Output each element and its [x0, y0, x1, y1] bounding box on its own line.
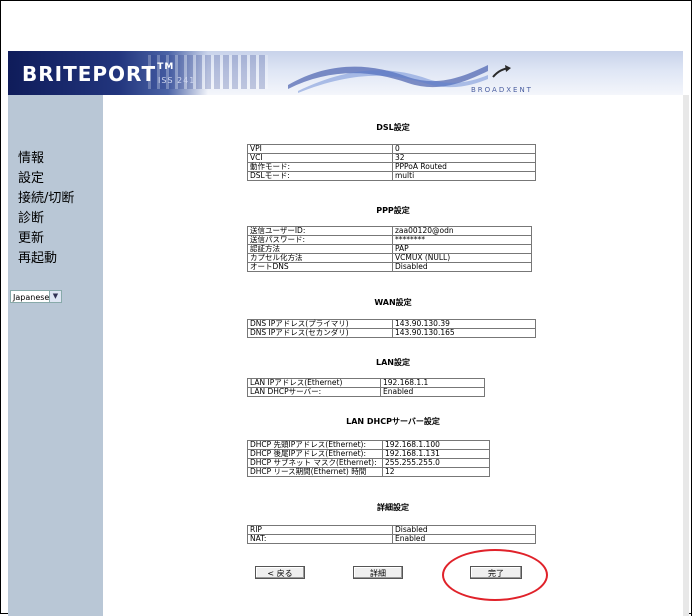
detail-section-title: 詳細設定 [377, 503, 409, 512]
lan-table: LAN IPアドレス(Ethernet) 192.168.1.1 LAN DHCP… [247, 378, 485, 397]
sidebar-item-connect[interactable]: 接続/切断 [18, 187, 74, 206]
table-row: LAN DHCPサーバー: Enabled [247, 387, 485, 397]
chevron-down-icon[interactable]: ▼ [49, 291, 61, 302]
sidebar-item-diagnostics[interactable]: 診断 [18, 207, 44, 226]
language-select[interactable]: Japanese ▼ [10, 290, 62, 303]
table-row: DHCP リース期間(Ethernet) 時間 12 [247, 467, 490, 477]
row-value: 255.255.255.0 [382, 458, 490, 468]
row-value: 12 [382, 467, 490, 477]
detail-table: RIP Disabled NAT: Enabled [247, 525, 536, 544]
wan-section-title: WAN設定 [374, 298, 412, 307]
briteport-logo: BRITEPORTTM [22, 62, 175, 86]
row-label: LAN DHCPサーバー: [247, 387, 381, 397]
table-row: VCI 32 [247, 153, 536, 163]
language-selected: Japanese [13, 293, 50, 302]
row-value: Enabled [392, 534, 536, 544]
table-row: 送信パスワード: ******** [247, 235, 532, 245]
row-value: ******** [392, 235, 532, 245]
ppp-section-title: PPP設定 [376, 206, 410, 215]
broadxent-logo: BROADXENT [471, 86, 533, 94]
back-button[interactable]: < 戻る [255, 566, 305, 579]
dsl-table: VPI 0 VCI 32 動作モード: PPPoA Routed DSLモード: mul… [247, 144, 536, 181]
lan-section-title: LAN設定 [376, 358, 410, 367]
wan-table: DNS IPアドレス(プライマリ) 143.90.130.39 DNS IPアドレ… [247, 319, 536, 338]
details-button[interactable]: 詳細 [353, 566, 403, 579]
table-row: オートDNS Disabled [247, 262, 532, 272]
row-value: 143.90.130.165 [392, 328, 536, 338]
sidebar-item-info[interactable]: 情報 [18, 147, 44, 166]
sidebar-item-settings[interactable]: 設定 [18, 167, 44, 186]
row-label: RIP [247, 525, 393, 535]
broadxent-arrow-icon [492, 65, 511, 78]
table-row: VPI 0 [247, 144, 536, 154]
row-value: Enabled [380, 387, 485, 397]
settings-summary: DSL設定 VPI 0 VCI 32 動作モード: PPPoA Routed DSLモ… [103, 95, 683, 616]
table-row: 動作モード: PPPoA Routed [247, 162, 536, 172]
row-label: DSLモード: [247, 171, 393, 181]
header-banner: BRITEPORTTM ISS 241 BROADXENT [8, 51, 683, 95]
right-scroll-area [683, 95, 689, 616]
banner-swoosh [288, 65, 488, 93]
table-row: DSLモード: multi [247, 171, 536, 181]
row-value: Disabled [392, 262, 532, 272]
highlight-circle [442, 549, 548, 601]
row-value: multi [392, 171, 536, 181]
sidebar-item-reboot[interactable]: 再起動 [18, 247, 57, 266]
table-row: RIP Disabled [247, 525, 536, 535]
dsl-section-title: DSL設定 [376, 123, 410, 132]
window-edge [691, 0, 692, 616]
row-label: VPI [247, 144, 393, 154]
row-label: DHCP リース期間(Ethernet) 時間 [247, 467, 383, 477]
sidebar: 情報 設定 接続/切断 診断 更新 再起動 Japanese ▼ [8, 95, 103, 616]
table-row: カプセル化方法 VCMUX (NULL) [247, 253, 532, 263]
lan-dhcp-table: DHCP 先頭IPアドレス(Ethernet): 192.168.1.100 DH… [247, 440, 490, 477]
sidebar-item-update[interactable]: 更新 [18, 227, 44, 246]
row-value: 0 [392, 144, 536, 154]
row-label: オートDNS [247, 262, 393, 272]
model-label: ISS 241 [158, 76, 196, 85]
table-row: DNS IPアドレス(セカンダリ) 143.90.130.165 [247, 328, 536, 338]
row-label: NAT: [247, 534, 393, 544]
table-row: NAT: Enabled [247, 534, 536, 544]
lan-dhcp-section-title: LAN DHCPサーバー設定 [346, 417, 440, 426]
row-label: DNS IPアドレス(セカンダリ) [247, 328, 393, 338]
ppp-table: 送信ユーザーID: zaa00120@odn 送信パスワード: ******** 認… [247, 226, 532, 272]
